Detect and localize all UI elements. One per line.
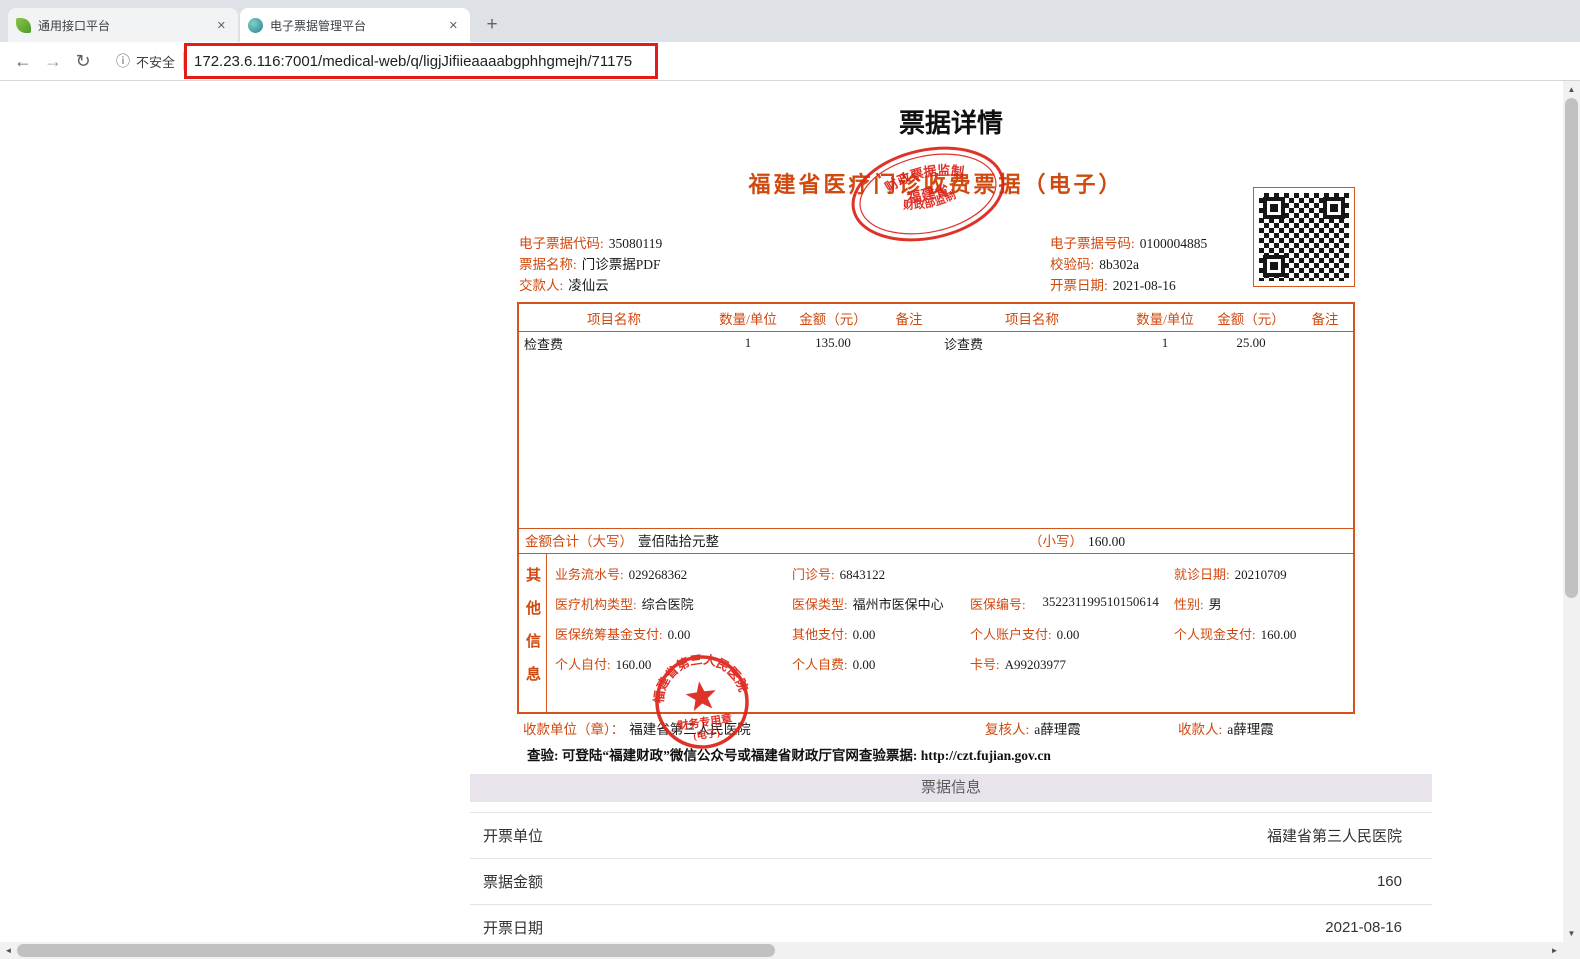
page-viewport: 票据详情 福建省医疗门诊收费票据（电子） 财政票据监制 福建省 财政部监制 电子… xyxy=(0,81,1563,941)
field-card-number: 卡号: A99203977 xyxy=(970,657,1067,672)
star-icon xyxy=(685,681,716,712)
omnibox-divider xyxy=(183,52,185,70)
tab-title: 电子票据管理平台 xyxy=(270,18,367,33)
tab-einvoice-platform[interactable]: 电子票据管理平台 ✕ xyxy=(240,8,470,42)
field-check-code: 校验码: 8b302a xyxy=(1050,257,1140,272)
invoice-header-right: 电子票据号码: 0100004885 校验码: 8b302a 开票日期: 2021-0… xyxy=(1050,233,1207,296)
field-bill-name: 票据名称: 门诊票据PDF xyxy=(519,257,661,272)
field-bill-number: 电子票据号码: 0100004885 xyxy=(1050,236,1208,251)
scroll-down-arrow-icon[interactable]: ▼ xyxy=(1563,925,1580,942)
tab-strip: 通用接口平台 ✕ 电子票据管理平台 ✕ + xyxy=(0,0,1580,42)
back-button[interactable]: ← xyxy=(8,51,38,72)
items-table-header: 项目名称 数量/单位 金额（元） 备注 项目名称 数量/单位 金额（元） 备注 xyxy=(519,304,1353,332)
qr-finder-icon xyxy=(1263,197,1285,219)
field-account-payment: 个人账户支付: 0.00 xyxy=(970,627,1080,642)
vertical-scroll-thumb[interactable] xyxy=(1565,98,1578,598)
address-bar[interactable]: ⓘ 不安全 172.23.6.116:7001/medical-web/q/li… xyxy=(104,46,1560,76)
browser-chrome: 通用接口平台 ✕ 电子票据管理平台 ✕ + ← → ↻ ⓘ 不安全 172.23… xyxy=(0,0,1580,81)
other-info-side-label: 其他信息 xyxy=(519,554,547,712)
verify-note: 查验: 可登陆“福建财政”微信公众号或福建省财政厅官网查验票据: http://… xyxy=(527,748,1051,763)
field-fund-payment: 医保统筹基金支付: 0.00 xyxy=(555,627,691,642)
field-other-payment: 其他支付: 0.00 xyxy=(792,627,876,642)
info-section-header: 票据信息 xyxy=(470,774,1432,802)
info-row-issuer: 开票单位 福建省第三人民医院 xyxy=(470,813,1432,859)
items-table-row: 检查费 1 135.00 诊查费 1 25.00 xyxy=(524,335,1266,352)
invoice-header-left: 电子票据代码: 35080119 票据名称: 门诊票据PDF 交款人: 凌仙云 xyxy=(519,233,662,296)
info-row-date: 开票日期 2021-08-16 xyxy=(470,905,1432,941)
field-gender: 性别: 男 xyxy=(1174,597,1222,612)
horizontal-scrollbar[interactable]: ◄ ► xyxy=(0,942,1563,959)
tab-title: 通用接口平台 xyxy=(38,18,111,33)
field-insurance-type: 医保类型: 福州市医保中心 xyxy=(792,597,944,612)
tab-generic-platform[interactable]: 通用接口平台 ✕ xyxy=(8,8,238,42)
invoice-info-section: 票据信息 开票单位 福建省第三人民医院 票据金额 160 开票日期 2021-0… xyxy=(470,774,1432,941)
field-bill-code: 电子票据代码: 35080119 xyxy=(519,236,663,251)
scroll-left-arrow-icon[interactable]: ◄ xyxy=(0,942,17,959)
invoice-document: 福建省医疗门诊收费票据（电子） 财政票据监制 福建省 财政部监制 电子票据代码:… xyxy=(517,146,1355,764)
security-chip[interactable]: 不安全 xyxy=(136,52,175,71)
horizontal-scroll-thumb[interactable] xyxy=(17,944,775,957)
vertical-scrollbar[interactable]: ▲ ▼ xyxy=(1563,81,1580,942)
scroll-up-arrow-icon[interactable]: ▲ xyxy=(1563,81,1580,98)
field-cashier: 收款人: a薛理霞 xyxy=(1178,722,1274,737)
field-self-funded: 个人自费: 0.00 xyxy=(792,657,876,672)
info-row-amount: 票据金额 160 xyxy=(470,859,1432,905)
qr-finder-icon xyxy=(1323,197,1345,219)
field-cash-payment: 个人现金支付: 160.00 xyxy=(1174,627,1297,642)
field-reviewer: 复核人: a薛理霞 xyxy=(985,722,1081,737)
scrollbar-corner xyxy=(1563,942,1580,959)
total-row: 金额合计（大写） 壹佰陆拾元整 （小写） 160.00 xyxy=(519,528,1353,554)
field-payer: 交款人: 凌仙云 xyxy=(519,278,609,293)
field-visit-date: 就诊日期: 20210709 xyxy=(1174,567,1287,582)
reload-button[interactable]: ↻ xyxy=(68,51,98,72)
info-icon[interactable]: ⓘ xyxy=(116,51,130,71)
scroll-right-arrow-icon[interactable]: ► xyxy=(1546,942,1563,959)
field-issue-date: 开票日期: 2021-08-16 xyxy=(1050,278,1176,293)
tab-close-icon[interactable]: ✕ xyxy=(445,17,462,34)
new-tab-button[interactable]: + xyxy=(478,11,506,39)
invoice-footer: 收款单位（章）： 福建省第三人民医院 复核人: a薛理霞 收款人: a薛理霞 xyxy=(517,718,1355,737)
items-table-body: 检查费 1 135.00 诊查费 1 25.00 xyxy=(519,332,1353,528)
field-institution-type: 医疗机构类型: 综合医院 xyxy=(555,597,694,612)
field-insurance-number: 医保编号: 352231199510150614 xyxy=(970,594,1159,612)
hospital-seal-stamp: 福建省第三人民医院 财务专用章 (电子) xyxy=(645,646,752,749)
einvoice-favicon-icon xyxy=(248,17,263,33)
leaf-favicon-icon xyxy=(16,17,31,33)
tab-close-icon[interactable]: ✕ xyxy=(213,17,230,34)
field-outpatient-number: 门诊号: 6843122 xyxy=(792,567,886,582)
url-text: 172.23.6.116:7001/medical-web/q/ligjJifi… xyxy=(194,52,633,70)
page-title: 票据详情 xyxy=(898,108,1003,138)
browser-toolbar: ← → ↻ ⓘ 不安全 172.23.6.116:7001/medical-we… xyxy=(0,42,1580,81)
forward-button[interactable]: → xyxy=(38,51,68,72)
field-business-serial: 业务流水号: 029268362 xyxy=(555,567,688,582)
